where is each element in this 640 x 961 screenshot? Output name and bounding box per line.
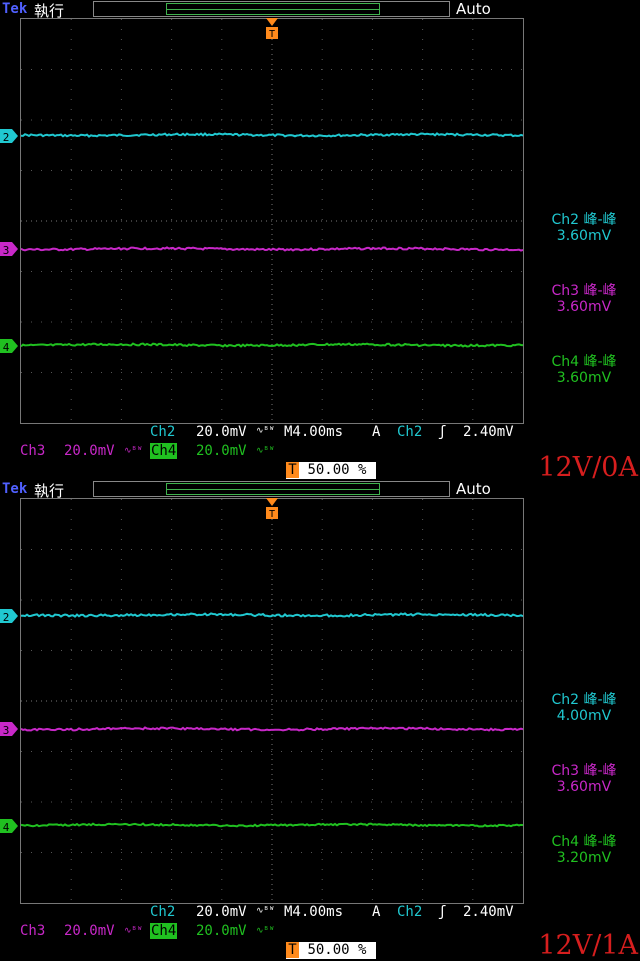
- trigger-t-icon: T: [286, 462, 299, 478]
- trace-ch4: [21, 342, 523, 348]
- trigger-position-icon: T: [266, 18, 278, 42]
- ch2-marker-icon: 2: [0, 608, 18, 624]
- record-window: [166, 483, 380, 495]
- trigger-position-readout: T 50.00 %: [286, 942, 376, 959]
- timebase: M4.00ms: [284, 424, 344, 440]
- svg-text:3: 3: [3, 244, 10, 256]
- record-length-bar: [93, 1, 450, 17]
- ch4-pk-pk-value: 3.60mV: [556, 370, 612, 386]
- record-length-bar: [93, 481, 450, 497]
- trace-ch3: [21, 246, 523, 252]
- ch3-scale: 20.0mV: [64, 443, 115, 459]
- trace-ch2: [21, 612, 523, 618]
- ch4-bandwidth-icon: ∿ᴮᵂ: [256, 446, 275, 456]
- trigger-source: Ch2: [397, 904, 423, 920]
- ch2-scale: 20.0mV: [196, 424, 247, 440]
- ch3-pk-pk-label: Ch3 峰-峰: [551, 283, 617, 299]
- ch4-label: Ch4: [150, 923, 178, 939]
- trigger-t-icon: T: [286, 942, 299, 958]
- scope-panel-1: Tek 執行 Auto T 2 3 4 Ch2 峰-峰 3.60mV Ch3 峰…: [0, 0, 640, 483]
- ch3-pk-pk-readout: Ch3 峰-峰 3.60mV: [528, 763, 640, 795]
- ch4-label: Ch4: [150, 443, 178, 459]
- ch3-pk-pk-value: 3.60mV: [556, 299, 612, 315]
- waveform-grid: [20, 18, 524, 424]
- trigger-position-icon: T: [266, 498, 278, 522]
- top-status-bar: Tek 執行 Auto: [0, 0, 640, 20]
- ch4-scale: 20.0mV: [196, 923, 247, 939]
- rising-edge-icon: ʃ: [438, 424, 447, 440]
- waveform-grid: [20, 498, 524, 904]
- svg-text:T: T: [269, 29, 275, 40]
- trigger-position-percent: 50.00 %: [307, 462, 367, 478]
- ch3-bandwidth-icon: ∿ᴮᵂ: [124, 926, 143, 936]
- ch4-pk-pk-readout: Ch4 峰-峰 3.20mV: [528, 834, 640, 866]
- trace-ch3: [21, 726, 523, 732]
- trigger-position-readout: T 50.00 %: [286, 462, 376, 479]
- brand-label: Tek: [2, 1, 28, 17]
- ch2-marker-icon: 2: [0, 128, 18, 144]
- condition-annotation: 12V/1A: [538, 930, 638, 961]
- acquisition-mode: A: [372, 904, 381, 920]
- trigger-level: 2.40mV: [463, 904, 514, 920]
- svg-text:4: 4: [3, 821, 10, 833]
- ch4-marker-icon: 4: [0, 338, 18, 354]
- svg-text:4: 4: [3, 341, 10, 353]
- ch2-pk-pk-value: 3.60mV: [556, 228, 612, 244]
- trigger-level: 2.40mV: [463, 424, 514, 440]
- ch4-marker-icon: 4: [0, 818, 18, 834]
- ch2-scale: 20.0mV: [196, 904, 247, 920]
- scope-panel-2: Tek 執行 Auto T 2 3 4 Ch2 峰-峰 4.00mV Ch3 峰…: [0, 480, 640, 961]
- trace-ch2: [21, 132, 523, 138]
- trigger-position-percent: 50.00 %: [307, 942, 367, 958]
- acquisition-mode: A: [372, 424, 381, 440]
- ch4-pk-pk-readout: Ch4 峰-峰 3.60mV: [528, 354, 640, 386]
- ch3-scale: 20.0mV: [64, 923, 115, 939]
- ch3-pk-pk-value: 3.60mV: [556, 779, 612, 795]
- ch2-label: Ch2: [150, 904, 176, 920]
- bandwidth-icon: ∿ᴮᵂ: [256, 906, 275, 916]
- timebase: M4.00ms: [284, 904, 344, 920]
- brand-label: Tek: [2, 481, 28, 497]
- svg-text:2: 2: [3, 131, 10, 143]
- ch3-bandwidth-icon: ∿ᴮᵂ: [124, 446, 143, 456]
- ch3-marker-icon: 3: [0, 241, 18, 257]
- ch2-pk-pk-readout: Ch2 峰-峰 3.60mV: [528, 212, 640, 244]
- ch3-marker-icon: 3: [0, 721, 18, 737]
- trigger-source: Ch2: [397, 424, 423, 440]
- ch4-pk-pk-label: Ch4 峰-峰: [551, 834, 617, 850]
- trigger-state-label: Auto: [456, 480, 491, 498]
- ch2-pk-pk-value: 4.00mV: [556, 708, 612, 724]
- ch2-pk-pk-label: Ch2 峰-峰: [551, 692, 617, 708]
- rising-edge-icon: ʃ: [438, 904, 447, 920]
- svg-text:2: 2: [3, 611, 10, 623]
- ch4-bandwidth-icon: ∿ᴮᵂ: [256, 926, 275, 936]
- ch2-pk-pk-readout: Ch2 峰-峰 4.00mV: [528, 692, 640, 724]
- ch3-label: Ch3: [20, 923, 46, 939]
- record-window: [166, 3, 380, 15]
- ch2-label: Ch2: [150, 424, 176, 440]
- ch2-pk-pk-label: Ch2 峰-峰: [551, 212, 617, 228]
- svg-text:3: 3: [3, 724, 10, 736]
- trace-ch4: [21, 822, 523, 828]
- ch4-pk-pk-value: 3.20mV: [556, 850, 612, 866]
- ch4-scale: 20.0mV: [196, 443, 247, 459]
- condition-annotation: 12V/0A: [538, 452, 638, 483]
- bandwidth-icon: ∿ᴮᵂ: [256, 426, 275, 436]
- trigger-state-label: Auto: [456, 0, 491, 18]
- ch3-label: Ch3: [20, 443, 46, 459]
- ch4-pk-pk-label: Ch4 峰-峰: [551, 354, 617, 370]
- ch3-pk-pk-readout: Ch3 峰-峰 3.60mV: [528, 283, 640, 315]
- ch3-pk-pk-label: Ch3 峰-峰: [551, 763, 617, 779]
- top-status-bar: Tek 執行 Auto: [0, 480, 640, 500]
- svg-text:T: T: [269, 509, 275, 520]
